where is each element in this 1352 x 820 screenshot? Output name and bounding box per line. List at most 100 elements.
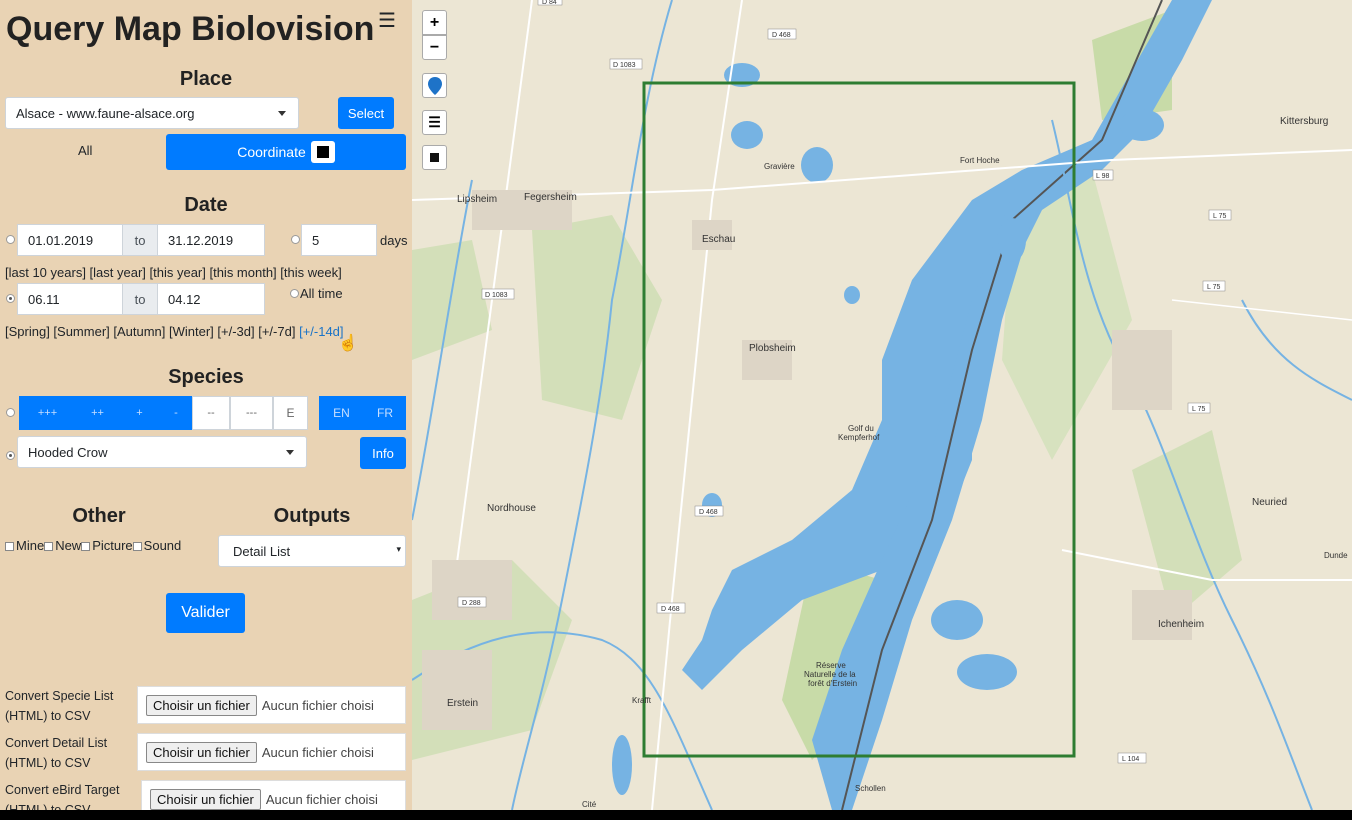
all-time-label: All time (300, 286, 343, 301)
info-button[interactable]: Info (360, 437, 406, 469)
filter-2plus[interactable]: ++ (76, 396, 119, 430)
choose-file-button[interactable]: Choisir un fichier (150, 788, 261, 810)
zoom-in-button[interactable]: + (422, 10, 447, 35)
all-time-radio[interactable] (290, 289, 299, 298)
svg-text:D 1083: D 1083 (613, 62, 636, 69)
svg-text:D 1083: D 1083 (485, 292, 508, 299)
season-start-input[interactable]: 06.11 (17, 283, 123, 315)
filter-2minus[interactable]: -- (192, 396, 230, 430)
svg-text:L 98: L 98 (1096, 173, 1109, 180)
place-label: Kempferhof (838, 433, 880, 442)
svg-text:D 468: D 468 (699, 509, 718, 516)
map-canvas[interactable]: Eschau Plobsheim Lipsheim Fegersheim Nor… (412, 0, 1352, 810)
marker-tool-button[interactable] (422, 73, 447, 98)
layers-menu-button[interactable]: ☰ (422, 110, 447, 135)
season-to-label: to (122, 283, 158, 315)
query-sidebar: Query Map Biolovision ☰ Place Alsace - w… (0, 0, 412, 810)
other-heading: Other (72, 505, 126, 527)
svg-text:D 288: D 288 (462, 600, 481, 607)
map-pin-icon (427, 76, 442, 95)
coordinate-label: Coordinate (237, 144, 306, 160)
filter-1plus[interactable]: + (119, 396, 160, 430)
file-input[interactable]: Choisir un fichier Aucun fichier choisi (141, 780, 406, 810)
start-date-input[interactable]: 01.01.2019 (17, 224, 123, 256)
place-label: Lipsheim (457, 194, 497, 205)
filter-1minus[interactable]: - (160, 396, 192, 430)
species-radio[interactable] (6, 451, 15, 460)
hamburger-icon[interactable]: ☰ (378, 8, 396, 33)
place-label: Erstein (447, 698, 478, 709)
place-label: Naturelle de la (804, 670, 856, 679)
place-label: Kittersburg (1280, 116, 1328, 127)
site-select[interactable]: Alsace - www.faune-alsace.org (5, 97, 299, 129)
chevron-down-icon (286, 450, 294, 455)
filter-e[interactable]: E (273, 396, 308, 430)
file-status: Aucun fichier choisi (261, 697, 374, 713)
quick-range-links[interactable]: [last 10 years] [last year] [this year] … (5, 265, 342, 280)
date-range-radio[interactable] (6, 235, 15, 244)
chevron-down-icon (278, 111, 286, 116)
days-radio[interactable] (291, 235, 300, 244)
choose-file-button[interactable]: Choisir un fichier (146, 741, 257, 763)
other-checkboxes: Mine New Picture Sound (5, 538, 181, 553)
new-checkbox[interactable]: New (44, 538, 81, 553)
svg-text:L 75: L 75 (1192, 406, 1205, 413)
end-date-input[interactable]: 31.12.2019 (157, 224, 265, 256)
place-label: Plobsheim (749, 343, 796, 354)
days-label: days (380, 233, 408, 248)
rectangle-tool-button[interactable] (422, 145, 447, 170)
place-label: Golf du (848, 424, 874, 433)
place-label: Ichenheim (1158, 619, 1204, 630)
sound-checkbox[interactable]: Sound (132, 538, 181, 553)
square-icon (310, 141, 335, 163)
zoom-out-button[interactable]: − (422, 35, 447, 60)
file-input[interactable]: Choisir un fichier Aucun fichier choisi (137, 686, 406, 724)
filter-3minus[interactable]: --- (230, 396, 273, 430)
all-option[interactable]: All (78, 143, 92, 158)
file-input[interactable]: Choisir un fichier Aucun fichier choisi (137, 733, 406, 771)
svg-text:D 468: D 468 (772, 32, 791, 39)
filter-radio[interactable] (6, 408, 15, 417)
choose-file-button[interactable]: Choisir un fichier (146, 694, 257, 716)
mine-checkbox[interactable]: Mine (5, 538, 44, 553)
site-select-value: Alsace - www.faune-alsace.org (16, 105, 195, 121)
place-label: Nordhouse (487, 503, 536, 514)
app-title: Query Map Biolovision (6, 10, 375, 48)
svg-text:L 104: L 104 (1122, 756, 1139, 763)
season-links: [Spring] [Summer] [Autumn] [Winter] [+/-… (5, 324, 344, 339)
place-label: Réserve (816, 661, 846, 670)
place-label: Fegersheim (524, 192, 577, 203)
picture-checkbox[interactable]: Picture (81, 538, 133, 553)
season-link-14d[interactable]: [+/-14d] (299, 324, 343, 339)
converter-label: Convert eBird Target (HTML) to CSV (5, 783, 120, 810)
coordinate-button[interactable]: Coordinate (166, 134, 406, 170)
svg-text:D 468: D 468 (661, 606, 680, 613)
season-end-input[interactable]: 04.12 (157, 283, 265, 315)
place-heading: Place (179, 68, 233, 90)
species-select[interactable]: Hooded Crow (17, 436, 307, 468)
submit-button[interactable]: Valider (166, 593, 245, 633)
species-select-value: Hooded Crow (28, 444, 108, 460)
outputs-heading: Outputs (273, 505, 351, 527)
converter-label: Convert Detail List (HTML) to CSV (5, 736, 108, 770)
place-label: Cité (582, 800, 597, 809)
place-label: forêt d'Erstein (808, 679, 857, 688)
lang-en[interactable]: EN (319, 396, 364, 430)
filter-3plus[interactable]: +++ (19, 396, 76, 430)
output-select-value: Detail List (233, 543, 291, 559)
lang-fr[interactable]: FR (364, 396, 406, 430)
season-link-list[interactable]: [Spring] [Summer] [Autumn] [Winter] [+/-… (5, 324, 295, 339)
select-button[interactable]: Select (338, 97, 394, 129)
file-status: Aucun fichier choisi (261, 744, 374, 760)
days-input[interactable]: 5 (301, 224, 377, 256)
svg-text:L 75: L 75 (1207, 284, 1220, 291)
chevron-down-icon: ▾ (396, 544, 401, 554)
season-radio[interactable] (6, 294, 15, 303)
place-label: Neuried (1252, 497, 1287, 508)
place-label: Fort Hoche (960, 156, 1000, 165)
map-view[interactable]: Eschau Plobsheim Lipsheim Fegersheim Nor… (412, 0, 1352, 810)
output-select[interactable]: Detail List ▾ (218, 535, 406, 567)
hamburger-icon: ☰ (428, 114, 441, 130)
square-icon (430, 153, 439, 162)
converter-label: Convert Specie List (HTML) to CSV (5, 689, 114, 723)
